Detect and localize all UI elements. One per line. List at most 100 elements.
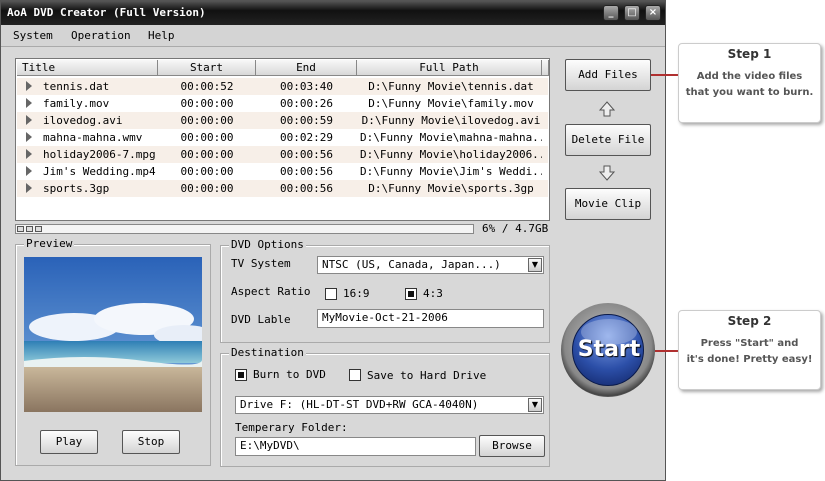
menu-system[interactable]: System [13, 29, 53, 42]
aspect-16-9-checkbox[interactable] [325, 288, 337, 300]
cell-end: 00:00:26 [280, 97, 333, 110]
usage-segment [26, 226, 33, 232]
cell-end: 00:03:40 [280, 80, 333, 93]
cell-title: Jim's Wedding.mp4 [43, 165, 156, 178]
aspect-4-3-checkbox[interactable] [405, 288, 417, 300]
drive-select[interactable]: Drive F: (HL-DT-ST DVD+RW GCA-4040N) ▼ [235, 396, 544, 414]
usage-label: 6% / 4.7GB [482, 222, 549, 235]
maximize-icon[interactable]: □ [624, 5, 640, 21]
dvd-options-label: DVD Options [229, 238, 306, 251]
cell-start: 00:00:00 [180, 148, 234, 161]
cell-start: 00:00:00 [180, 182, 234, 195]
temp-folder-input[interactable]: E:\MyDVD\ [235, 437, 476, 456]
start-button[interactable]: Start [561, 303, 655, 397]
usage-bar [15, 224, 474, 234]
cell-path: D:\Funny Movie\sports.3gp [368, 182, 534, 195]
dvd-options-group: DVD Options TV System NTSC (US, Canada, … [220, 238, 550, 343]
add-files-button[interactable]: Add Files [565, 59, 651, 91]
step2-connector [655, 350, 679, 352]
play-arrow-icon [26, 183, 32, 193]
play-arrow-icon [26, 81, 32, 91]
table-row[interactable]: tennis.dat 00:00:52 00:03:40 D:\Funny Movie… [17, 78, 548, 95]
cell-path: D:\Funny Movie\Jim's Weddi... [360, 165, 542, 178]
cell-start: 00:00:00 [180, 131, 234, 144]
cell-title: holiday2006-7.mpg [43, 148, 156, 161]
cell-path: D:\Funny Movie\family.mov [368, 97, 534, 110]
dvd-label-input[interactable]: MyMovie-Oct-21-2006 [317, 309, 544, 328]
temp-folder-label: Temperary Folder: [235, 421, 348, 434]
start-button-label: Start [577, 337, 641, 362]
table-row[interactable]: Jim's Wedding.mp4 00:00:00 00:00:56 D:\Funn… [17, 163, 548, 180]
destination-group: Destination Burn to DVD Save to Hard Dri… [220, 346, 550, 467]
menu-operation[interactable]: Operation [71, 29, 131, 42]
browse-button[interactable]: Browse [479, 435, 545, 457]
tv-system-select[interactable]: NTSC (US, Canada, Japan...) ▼ [317, 256, 544, 274]
preview-image [24, 257, 202, 412]
destination-label: Destination [229, 346, 306, 359]
cell-end: 00:00:56 [280, 182, 333, 195]
tv-system-value: NTSC (US, Canada, Japan...) [322, 258, 501, 271]
aspect-4-3-label: 4:3 [423, 287, 443, 300]
table-row[interactable]: ilovedog.avi 00:00:00 00:00:59 D:\Funny Mov… [17, 112, 548, 129]
play-arrow-icon [26, 115, 32, 125]
play-arrow-icon [26, 166, 32, 176]
table-row[interactable]: mahna-mahna.wmv 00:00:00 00:02:29 D:\Funny … [17, 129, 548, 146]
down-arrow-icon [599, 165, 615, 181]
cell-start: 00:00:52 [180, 80, 234, 93]
play-arrow-icon [26, 132, 32, 142]
aspect-ratio-label: Aspect Ratio [231, 285, 311, 298]
close-icon[interactable]: × [645, 5, 661, 21]
cell-path: D:\Funny Movie\ilovedog.avi [361, 114, 541, 127]
preview-label: Preview [24, 237, 75, 250]
column-header-path[interactable]: Full Path [357, 60, 542, 76]
menu-bar: System Operation Help [1, 25, 665, 47]
play-button[interactable]: Play [40, 430, 98, 454]
dvd-label-label: DVD Lable [231, 313, 291, 326]
table-row[interactable]: holiday2006-7.mpg 00:00:00 00:00:56 D:\Funn… [17, 146, 548, 163]
save-to-hard-drive-label: Save to Hard Drive [367, 369, 487, 382]
step1-line2: that you want to burn. [685, 87, 814, 98]
cell-path: D:\Funny Movie\holiday2006... [360, 148, 542, 161]
column-header-spacer [542, 60, 549, 76]
play-arrow-icon [26, 98, 32, 108]
save-to-hard-drive-checkbox[interactable] [349, 369, 361, 381]
play-arrow-icon [26, 149, 32, 159]
cell-end: 00:00:56 [280, 165, 333, 178]
drive-value: Drive F: (HL-DT-ST DVD+RW GCA-4040N) [240, 398, 479, 411]
cell-title: family.mov [43, 97, 110, 110]
cell-path: D:\Funny Movie\mahna-mahna... [360, 131, 542, 144]
step1-connector [651, 74, 679, 76]
preview-group: Preview Play Stop [15, 237, 211, 466]
table-row[interactable]: sports.3gp 00:00:00 00:00:56 D:\Funny Movie… [17, 180, 548, 197]
step1-line1: Add the video files [696, 71, 803, 82]
cell-end: 00:02:29 [280, 131, 333, 144]
movie-clip-button[interactable]: Movie Clip [565, 188, 651, 220]
minimize-icon[interactable]: _ [603, 5, 619, 21]
file-list[interactable]: Title Start End Full Path tennis.dat 00:0… [15, 58, 550, 221]
cell-end: 00:00:56 [280, 148, 333, 161]
title-bar: AoA DVD Creator (Full Version) _ □ × [1, 1, 665, 25]
column-header-start[interactable]: Start [158, 60, 256, 76]
cell-path: D:\Funny Movie\tennis.dat [368, 80, 534, 93]
chevron-down-icon[interactable]: ▼ [528, 258, 542, 272]
delete-file-button[interactable]: Delete File [565, 124, 651, 156]
step1-title: Step 1 [727, 47, 772, 61]
table-row[interactable]: family.mov 00:00:00 00:00:26 D:\Funny Movie… [17, 95, 548, 112]
app-window: AoA DVD Creator (Full Version) _ □ × Sys… [0, 0, 666, 481]
dvd-label-value: MyMovie-Oct-21-2006 [322, 311, 448, 324]
stop-button[interactable]: Stop [122, 430, 180, 454]
column-header-end[interactable]: End [256, 60, 357, 76]
temp-folder-value: E:\MyDVD\ [240, 439, 300, 452]
usage-bar-fill [17, 226, 43, 232]
column-header-title[interactable]: Title [17, 60, 158, 76]
cell-start: 00:00:00 [180, 97, 234, 110]
menu-help[interactable]: Help [148, 29, 175, 42]
burn-to-dvd-checkbox[interactable] [235, 369, 247, 381]
step1-callout: Step 1 Add the video files that you want… [678, 43, 821, 123]
up-arrow-icon [599, 101, 615, 117]
cell-title: mahna-mahna.wmv [43, 131, 143, 144]
step2-title: Step 2 [727, 314, 772, 328]
chevron-down-icon[interactable]: ▼ [528, 398, 542, 412]
cell-start: 00:00:00 [180, 114, 234, 127]
cell-end: 00:00:59 [280, 114, 333, 127]
